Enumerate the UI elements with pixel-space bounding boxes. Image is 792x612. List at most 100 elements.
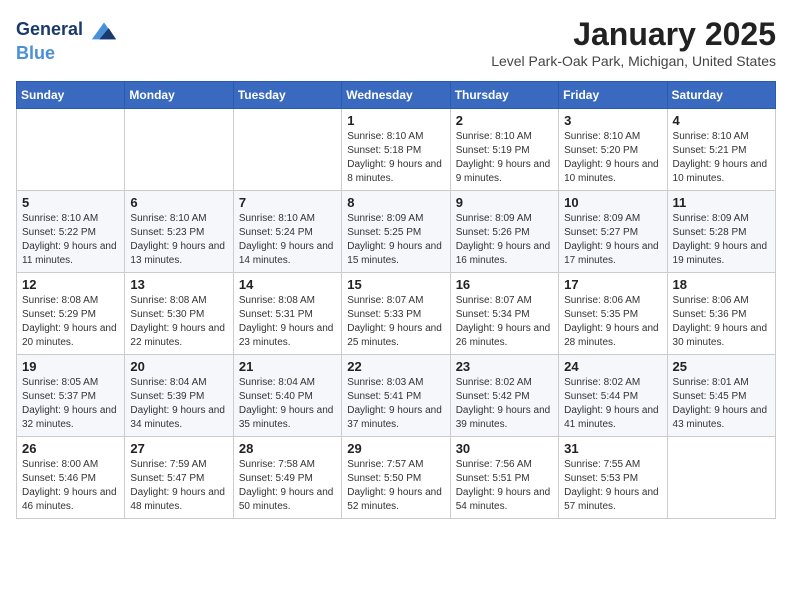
calendar-week: 19Sunrise: 8:05 AM Sunset: 5:37 PM Dayli…	[17, 355, 776, 437]
day-number: 26	[22, 441, 119, 456]
day-number: 21	[239, 359, 336, 374]
day-info: Sunrise: 8:00 AM Sunset: 5:46 PM Dayligh…	[22, 458, 119, 514]
day-number: 5	[22, 195, 119, 210]
day-number: 6	[130, 195, 227, 210]
calendar-cell: 14 Sunrise: 8:08 AM Sunset: 5:31 PM Dayli…	[233, 273, 341, 355]
day-number: 4	[673, 113, 770, 128]
calendar-cell: 22Sunrise: 8:03 AM Sunset: 5:41 PM Dayli…	[342, 355, 450, 437]
calendar-cell	[233, 109, 341, 191]
calendar-cell: 20Sunrise: 8:04 AM Sunset: 5:39 PM Dayli…	[125, 355, 233, 437]
day-number: 27	[130, 441, 227, 456]
day-info: Sunrise: 8:08 AM Sunset: 5:29 PM Dayligh…	[22, 294, 119, 350]
day-number: 11	[673, 195, 770, 210]
day-number: 9	[456, 195, 553, 210]
day-info: Sunrise: 8:02 AM Sunset: 5:44 PM Dayligh…	[564, 376, 661, 432]
calendar-cell: 16 Sunrise: 8:07 AM Sunset: 5:34 PM Dayli…	[450, 273, 558, 355]
calendar-cell: 24 Sunrise: 8:02 AM Sunset: 5:44 PM Dayli…	[559, 355, 667, 437]
day-number: 24	[564, 359, 661, 374]
calendar-cell: 26 Sunrise: 8:00 AM Sunset: 5:46 PM Dayli…	[17, 437, 125, 519]
logo-blue: Blue	[16, 44, 118, 64]
calendar-cell: 7Sunrise: 8:10 AM Sunset: 5:24 PM Daylig…	[233, 191, 341, 273]
calendar-cell: 11 Sunrise: 8:09 AM Sunset: 5:28 PM Dayli…	[667, 191, 775, 273]
weekday-row: SundayMondayTuesdayWednesdayThursdayFrid…	[17, 82, 776, 109]
logo-text: General	[16, 16, 118, 44]
day-info: Sunrise: 8:10 AM Sunset: 5:18 PM Dayligh…	[347, 130, 444, 186]
calendar-cell: 12 Sunrise: 8:08 AM Sunset: 5:29 PM Dayli…	[17, 273, 125, 355]
day-number: 1	[347, 113, 444, 128]
day-number: 31	[564, 441, 661, 456]
day-number: 23	[456, 359, 553, 374]
day-info: Sunrise: 8:10 AM Sunset: 5:19 PM Dayligh…	[456, 130, 553, 186]
calendar-body: 1 Sunrise: 8:10 AM Sunset: 5:18 PM Daylig…	[17, 109, 776, 519]
calendar-week: 26 Sunrise: 8:00 AM Sunset: 5:46 PM Dayli…	[17, 437, 776, 519]
day-number: 10	[564, 195, 661, 210]
day-info: Sunrise: 8:07 AM Sunset: 5:33 PM Dayligh…	[347, 294, 444, 350]
calendar-cell: 10Sunrise: 8:09 AM Sunset: 5:27 PM Dayli…	[559, 191, 667, 273]
day-number: 17	[564, 277, 661, 292]
day-number: 15	[347, 277, 444, 292]
day-info: Sunrise: 8:10 AM Sunset: 5:22 PM Dayligh…	[22, 212, 119, 268]
calendar-cell: 15 Sunrise: 8:07 AM Sunset: 5:33 PM Dayli…	[342, 273, 450, 355]
calendar-cell: 13Sunrise: 8:08 AM Sunset: 5:30 PM Dayli…	[125, 273, 233, 355]
day-number: 25	[673, 359, 770, 374]
calendar-cell: 18Sunrise: 8:06 AM Sunset: 5:36 PM Dayli…	[667, 273, 775, 355]
title-block: January 2025 Level Park-Oak Park, Michig…	[491, 16, 776, 69]
weekday-header: Tuesday	[233, 82, 341, 109]
day-info: Sunrise: 8:09 AM Sunset: 5:25 PM Dayligh…	[347, 212, 444, 268]
day-info: Sunrise: 8:10 AM Sunset: 5:23 PM Dayligh…	[130, 212, 227, 268]
day-info: Sunrise: 8:10 AM Sunset: 5:21 PM Dayligh…	[673, 130, 770, 186]
calendar-table: SundayMondayTuesdayWednesdayThursdayFrid…	[16, 81, 776, 519]
calendar-cell: 17 Sunrise: 8:06 AM Sunset: 5:35 PM Dayli…	[559, 273, 667, 355]
weekday-header: Saturday	[667, 82, 775, 109]
day-number: 12	[22, 277, 119, 292]
day-info: Sunrise: 8:07 AM Sunset: 5:34 PM Dayligh…	[456, 294, 553, 350]
logo-icon	[90, 16, 118, 44]
day-number: 20	[130, 359, 227, 374]
calendar-header: SundayMondayTuesdayWednesdayThursdayFrid…	[17, 82, 776, 109]
calendar-cell	[667, 437, 775, 519]
calendar-cell: 23 Sunrise: 8:02 AM Sunset: 5:42 PM Dayli…	[450, 355, 558, 437]
day-number: 19	[22, 359, 119, 374]
calendar-week: 1 Sunrise: 8:10 AM Sunset: 5:18 PM Daylig…	[17, 109, 776, 191]
day-info: Sunrise: 7:59 AM Sunset: 5:47 PM Dayligh…	[130, 458, 227, 514]
day-number: 28	[239, 441, 336, 456]
day-info: Sunrise: 8:06 AM Sunset: 5:35 PM Dayligh…	[564, 294, 661, 350]
logo: General Blue	[16, 16, 118, 64]
day-number: 30	[456, 441, 553, 456]
day-number: 29	[347, 441, 444, 456]
day-number: 18	[673, 277, 770, 292]
calendar-cell: 25 Sunrise: 8:01 AM Sunset: 5:45 PM Dayli…	[667, 355, 775, 437]
calendar-cell: 2Sunrise: 8:10 AM Sunset: 5:19 PM Daylig…	[450, 109, 558, 191]
page-header: General Blue January 2025 Level Park-Oak…	[16, 16, 776, 69]
day-info: Sunrise: 8:08 AM Sunset: 5:31 PM Dayligh…	[239, 294, 336, 350]
day-number: 22	[347, 359, 444, 374]
calendar-cell: 30Sunrise: 7:56 AM Sunset: 5:51 PM Dayli…	[450, 437, 558, 519]
day-info: Sunrise: 8:02 AM Sunset: 5:42 PM Dayligh…	[456, 376, 553, 432]
calendar-cell: 3Sunrise: 8:10 AM Sunset: 5:20 PM Daylig…	[559, 109, 667, 191]
calendar-cell	[17, 109, 125, 191]
weekday-header: Sunday	[17, 82, 125, 109]
day-info: Sunrise: 8:04 AM Sunset: 5:40 PM Dayligh…	[239, 376, 336, 432]
day-info: Sunrise: 8:08 AM Sunset: 5:30 PM Dayligh…	[130, 294, 227, 350]
day-number: 16	[456, 277, 553, 292]
day-info: Sunrise: 8:01 AM Sunset: 5:45 PM Dayligh…	[673, 376, 770, 432]
calendar-week: 5 Sunrise: 8:10 AM Sunset: 5:22 PM Daylig…	[17, 191, 776, 273]
day-number: 7	[239, 195, 336, 210]
calendar-cell: 8Sunrise: 8:09 AM Sunset: 5:25 PM Daylig…	[342, 191, 450, 273]
calendar-week: 12 Sunrise: 8:08 AM Sunset: 5:29 PM Dayli…	[17, 273, 776, 355]
calendar-cell: 21 Sunrise: 8:04 AM Sunset: 5:40 PM Dayli…	[233, 355, 341, 437]
calendar-cell	[125, 109, 233, 191]
calendar-cell: 29 Sunrise: 7:57 AM Sunset: 5:50 PM Dayli…	[342, 437, 450, 519]
day-info: Sunrise: 7:57 AM Sunset: 5:50 PM Dayligh…	[347, 458, 444, 514]
calendar-cell: 28Sunrise: 7:58 AM Sunset: 5:49 PM Dayli…	[233, 437, 341, 519]
location: Level Park-Oak Park, Michigan, United St…	[491, 53, 776, 69]
day-info: Sunrise: 8:10 AM Sunset: 5:20 PM Dayligh…	[564, 130, 661, 186]
weekday-header: Wednesday	[342, 82, 450, 109]
calendar-cell: 4 Sunrise: 8:10 AM Sunset: 5:21 PM Daylig…	[667, 109, 775, 191]
calendar-cell: 9Sunrise: 8:09 AM Sunset: 5:26 PM Daylig…	[450, 191, 558, 273]
calendar-cell: 31 Sunrise: 7:55 AM Sunset: 5:53 PM Dayli…	[559, 437, 667, 519]
weekday-header: Thursday	[450, 82, 558, 109]
day-number: 14	[239, 277, 336, 292]
day-info: Sunrise: 8:09 AM Sunset: 5:28 PM Dayligh…	[673, 212, 770, 268]
day-info: Sunrise: 7:55 AM Sunset: 5:53 PM Dayligh…	[564, 458, 661, 514]
